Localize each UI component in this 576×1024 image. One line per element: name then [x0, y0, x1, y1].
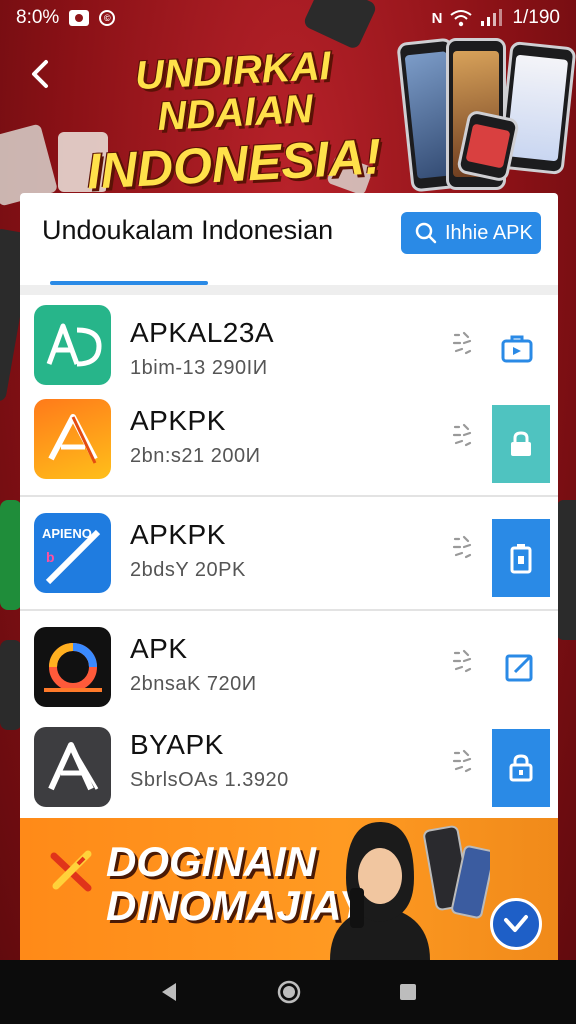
headline: UNDIRKAI NDAIAN INDONESIA! [64, 44, 404, 200]
triangle-logo-icon [47, 414, 98, 464]
edit-icon [505, 654, 533, 682]
search-apk-label: Ihhie APK [445, 221, 533, 244]
app-name: BYAPK [130, 729, 224, 760]
tools-icon [50, 850, 92, 892]
promo-person-illustration [330, 822, 490, 960]
battery-lock-button[interactable] [492, 519, 550, 597]
search-apk-button[interactable]: Ihhie APK [401, 212, 541, 254]
app-meta: 2bnsaK 720И [130, 673, 257, 695]
copyright-notification-icon: © [99, 10, 116, 26]
wifi-icon [450, 10, 473, 27]
app-row[interactable]: APK 2bnsaK 720И [20, 617, 558, 717]
app-row[interactable]: APKAL23A 1bim-13 290IИ [20, 301, 558, 401]
lock-button[interactable] [492, 405, 550, 483]
nav-recents-icon[interactable] [398, 982, 418, 1002]
app-icon-byapk [34, 727, 111, 807]
app-name: APK [130, 633, 188, 664]
edit-button[interactable] [500, 647, 540, 687]
apieno-logo-text: APIENO [42, 526, 92, 541]
app-name: APKAL23A [130, 317, 275, 348]
app-meta: 2bn:s21 200И [130, 445, 261, 467]
nav-home-icon[interactable] [276, 979, 302, 1005]
bg-phone-4 [556, 500, 576, 640]
nfc-icon: N [431, 9, 443, 27]
lock-icon [509, 754, 533, 782]
sort-handle-icon[interactable] [450, 329, 476, 357]
signal-icon [481, 9, 503, 26]
app-name: APKPK [130, 405, 226, 436]
app-meta: 2bdsY 20PK [130, 559, 246, 581]
app-meta: SbrlsOAs 1.3920 [130, 769, 289, 791]
app-icon-apkpk-blue: APIENO b [34, 513, 111, 593]
app-meta: 1bim-13 290IИ [130, 357, 268, 379]
app-name: APKPK [130, 519, 226, 550]
bg-phone-3 [0, 500, 22, 610]
row-divider [20, 495, 558, 497]
battery-lock-icon [510, 544, 532, 574]
status-battery-text: 1/190 [512, 7, 560, 28]
sort-handle-icon[interactable] [450, 533, 476, 561]
row-divider [20, 609, 558, 611]
status-time: 8:0% [16, 7, 60, 28]
app-row[interactable]: APIENO b APKPK 2bdsY 20PK [20, 503, 558, 603]
download-card: Undoukalam Indonesian Ihhie APK APKAL23A… [20, 193, 558, 818]
search-icon [415, 222, 437, 244]
sort-handle-icon[interactable] [450, 421, 476, 449]
lock-button[interactable] [492, 729, 550, 807]
byapk-logo-icon [47, 742, 98, 791]
ad-logo-icon [46, 323, 102, 367]
camera-notification-icon [69, 10, 90, 26]
sort-handle-icon[interactable] [450, 647, 476, 675]
sort-handle-icon[interactable] [450, 747, 476, 775]
system-nav-bar [0, 960, 576, 1024]
app-row[interactable]: APKPK 2bn:s21 200И [20, 393, 558, 493]
play-button[interactable] [490, 898, 542, 950]
lock-icon [511, 431, 531, 456]
svg-text:b: b [46, 549, 55, 565]
nav-back-icon[interactable] [158, 981, 180, 1003]
bg-phone-5 [0, 640, 22, 730]
chevron-check-icon [504, 915, 528, 932]
back-arrow-icon[interactable] [26, 54, 56, 94]
promo-banner[interactable]: DOGINAIN DINOMAJIAY [20, 818, 558, 960]
app-icon-apkpk-orange [34, 399, 111, 479]
app-icon-ad [34, 305, 111, 385]
app-row[interactable]: BYAPK SbrlsOAs 1.3920 [20, 721, 558, 818]
card-title: Undoukalam Indonesian [42, 215, 334, 245]
apieno-logo-icon: APIENO b [42, 526, 100, 585]
app-icon-apk-ring [34, 627, 111, 707]
tab-separator [20, 285, 558, 295]
headline-line1: UNDIRKAI NDAIAN [134, 43, 332, 140]
share-button[interactable] [498, 329, 536, 367]
color-ring-logo-icon [43, 643, 102, 692]
share-icon [501, 335, 533, 363]
status-bar: 8:0% © N 1/190 [0, 0, 576, 36]
